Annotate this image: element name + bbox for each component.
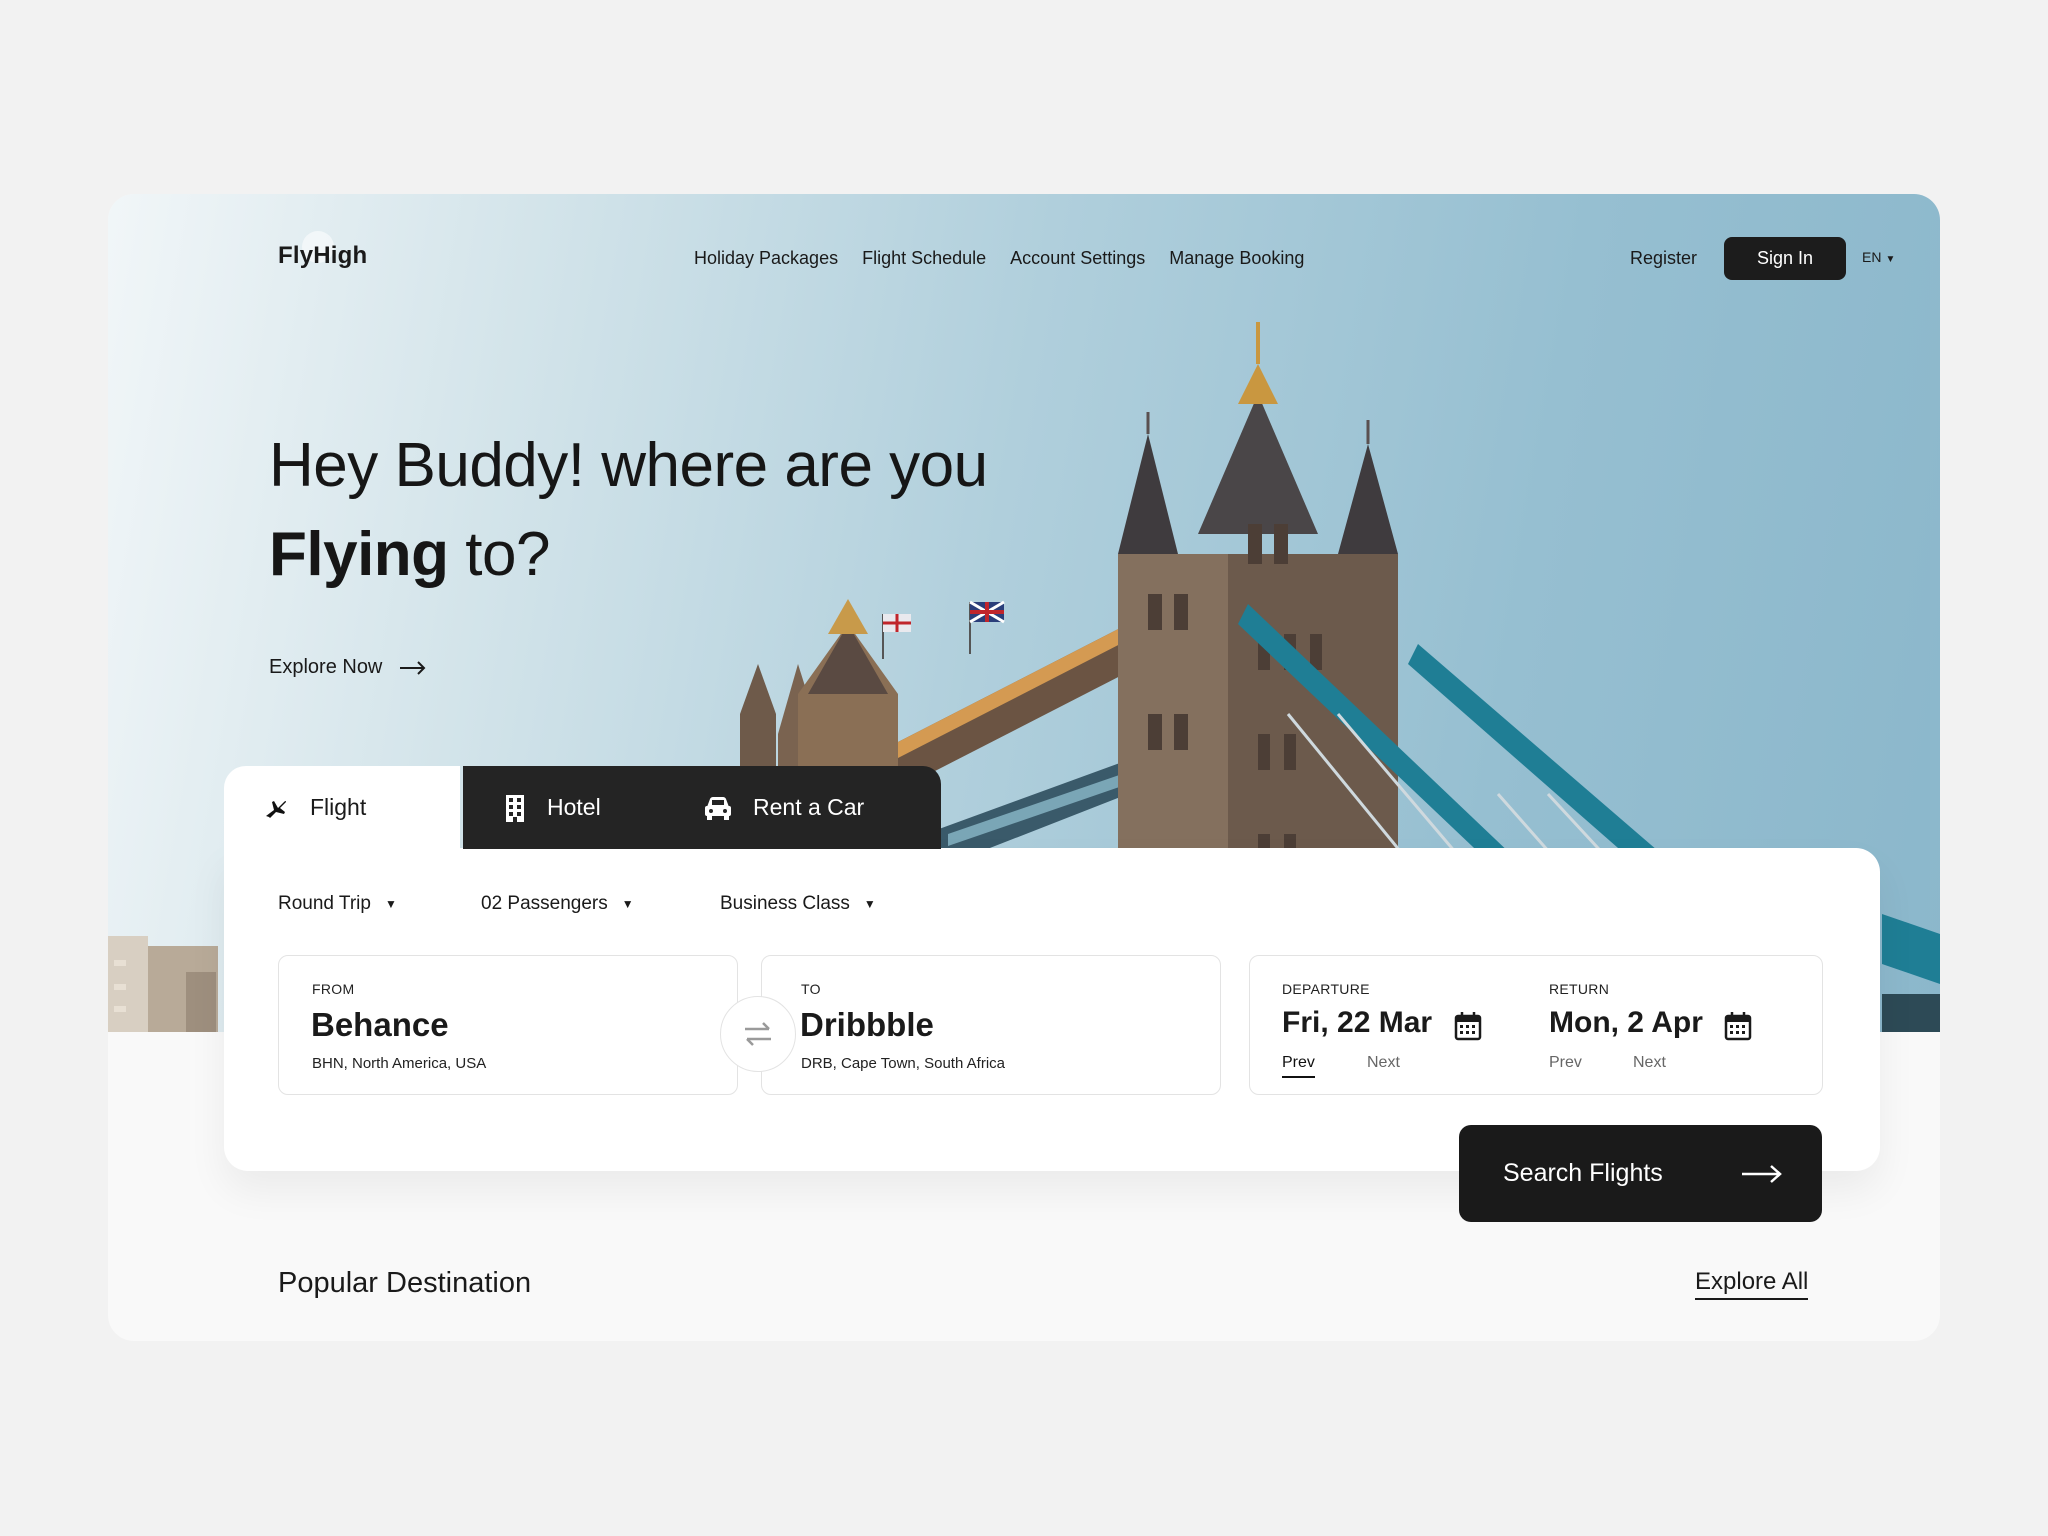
- to-city: Dribbble: [800, 1006, 934, 1043]
- calendar-icon[interactable]: [1454, 1011, 1482, 1041]
- tab-hotel[interactable]: Hotel: [503, 766, 601, 849]
- tab-group-dark: Hotel Rent a Car: [463, 766, 941, 849]
- main-nav: Holiday Packages Flight Schedule Account…: [694, 248, 1304, 269]
- hero-heading-bold: Flying: [269, 520, 449, 589]
- tab-flight-label: Flight: [310, 794, 367, 820]
- popular-destination-heading: Popular Destination: [278, 1267, 532, 1299]
- caret-down-icon: ▼: [863, 897, 876, 911]
- hero-heading-line2: Flying to?: [269, 519, 550, 590]
- search-flights-button[interactable]: Search Flights: [1459, 1125, 1822, 1222]
- explore-all-link[interactable]: Explore All: [1695, 1268, 1809, 1300]
- tab-car-label: Rent a Car: [753, 794, 865, 820]
- logo[interactable]: FlyHigh: [278, 242, 367, 270]
- passengers-value: 02 Passengers: [481, 893, 608, 914]
- passengers-select[interactable]: 02 Passengers ▼: [481, 893, 634, 915]
- return-prev[interactable]: Prev: [1549, 1054, 1582, 1072]
- caret-down-icon: ▼: [621, 897, 634, 911]
- tab-rent-car[interactable]: Rent a Car: [703, 766, 864, 849]
- arrow-right-icon: [1742, 1164, 1782, 1183]
- to-field[interactable]: TO Dribbble DRB, Cape Town, South Africa: [761, 955, 1221, 1095]
- nav-manage-booking[interactable]: Manage Booking: [1169, 248, 1304, 269]
- from-detail: BHN, North America, USA: [312, 1055, 487, 1072]
- language-label: EN: [1862, 249, 1882, 265]
- return-date[interactable]: Mon, 2 Apr: [1549, 1006, 1703, 1040]
- departure-date[interactable]: Fri, 22 Mar: [1282, 1006, 1432, 1040]
- trip-type-select[interactable]: Round Trip ▼: [278, 893, 397, 915]
- caret-down-icon: ▼: [384, 897, 397, 911]
- trip-type-value: Round Trip: [278, 893, 371, 914]
- search-panel: Round Trip ▼ 02 Passengers ▼ Business Clas…: [224, 848, 1880, 1171]
- from-label: FROM: [312, 981, 355, 997]
- airplane-icon: [266, 800, 286, 818]
- caret-down-icon: ▼: [1885, 254, 1896, 265]
- date-field: DEPARTURE Fri, 22 Mar Prev Next RETURN M…: [1249, 955, 1823, 1095]
- calendar-icon[interactable]: [1724, 1011, 1752, 1041]
- return-label: RETURN: [1549, 981, 1610, 997]
- search-flights-label: Search Flights: [1503, 1159, 1663, 1187]
- arrow-right-icon: [400, 660, 426, 675]
- tab-flight[interactable]: Flight: [224, 766, 460, 849]
- swap-arrows-icon: [745, 1022, 771, 1046]
- explore-now-link[interactable]: Explore Now: [269, 656, 426, 679]
- nav-holiday-packages[interactable]: Holiday Packages: [694, 248, 838, 269]
- from-city: Behance: [311, 1006, 449, 1043]
- nav-account-settings[interactable]: Account Settings: [1010, 248, 1145, 269]
- hero-heading-rest: to?: [448, 520, 550, 589]
- departure-prev[interactable]: Prev: [1282, 1054, 1315, 1078]
- to-label: TO: [801, 981, 821, 997]
- return-next[interactable]: Next: [1633, 1054, 1666, 1072]
- cabin-class-select[interactable]: Business Class ▼: [720, 893, 876, 915]
- explore-now-label: Explore Now: [269, 656, 383, 678]
- building-icon: [506, 794, 524, 822]
- departure-next[interactable]: Next: [1367, 1054, 1400, 1072]
- language-selector[interactable]: EN ▼: [1862, 249, 1895, 265]
- tab-hotel-label: Hotel: [547, 794, 601, 820]
- to-detail: DRB, Cape Town, South Africa: [801, 1055, 1005, 1072]
- hero-heading-line1: Hey Buddy! where are you: [269, 431, 988, 500]
- departure-label: DEPARTURE: [1282, 981, 1370, 997]
- from-field[interactable]: FROM Behance BHN, North America, USA: [278, 955, 738, 1095]
- register-link[interactable]: Register: [1630, 248, 1697, 269]
- nav-flight-schedule[interactable]: Flight Schedule: [862, 248, 986, 269]
- main-card: FlyHigh Holiday Packages Flight Schedule…: [108, 194, 1940, 1341]
- sign-in-button[interactable]: Sign In: [1724, 237, 1846, 280]
- car-icon: [705, 796, 731, 820]
- swap-locations-button[interactable]: [720, 996, 796, 1072]
- cabin-class-value: Business Class: [720, 893, 850, 914]
